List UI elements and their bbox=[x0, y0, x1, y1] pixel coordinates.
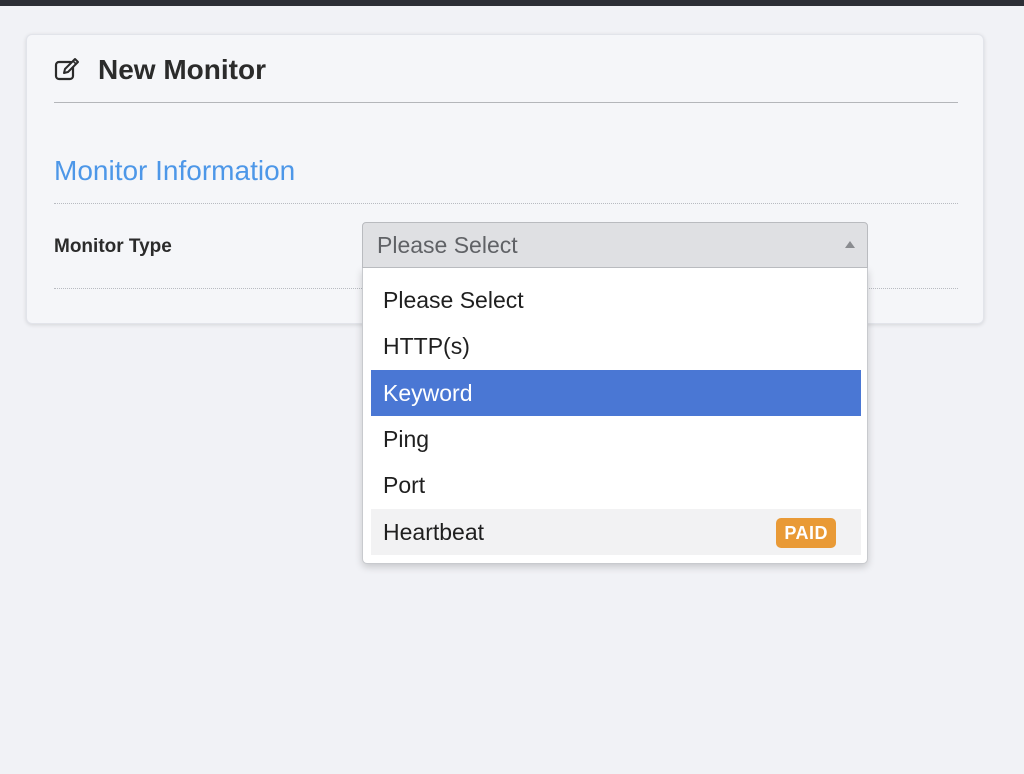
option-ping[interactable]: Ping bbox=[371, 416, 861, 462]
card-header: New Monitor bbox=[54, 54, 266, 85]
paid-badge: PAID bbox=[776, 518, 836, 548]
monitor-type-dropdown: Please Select HTTP(s) Keyword Ping Port … bbox=[362, 268, 868, 564]
edit-icon bbox=[54, 57, 80, 83]
section-title: Monitor Information bbox=[54, 155, 296, 186]
section-divider bbox=[54, 203, 958, 204]
page-title: New Monitor bbox=[98, 54, 266, 85]
option-https[interactable]: HTTP(s) bbox=[371, 323, 861, 369]
option-heartbeat-label: Heartbeat bbox=[383, 519, 485, 545]
select-current-value: Please Select bbox=[377, 232, 518, 258]
header-divider bbox=[54, 102, 958, 103]
option-port[interactable]: Port bbox=[371, 462, 861, 508]
monitor-type-select[interactable]: Please Select bbox=[362, 222, 868, 268]
monitor-type-label: Monitor Type bbox=[54, 236, 172, 257]
caret-up-icon bbox=[845, 241, 855, 248]
option-please-select[interactable]: Please Select bbox=[371, 277, 861, 323]
option-heartbeat: Heartbeat PAID bbox=[371, 509, 861, 555]
option-keyword[interactable]: Keyword bbox=[371, 370, 861, 416]
top-bar bbox=[0, 0, 1024, 6]
